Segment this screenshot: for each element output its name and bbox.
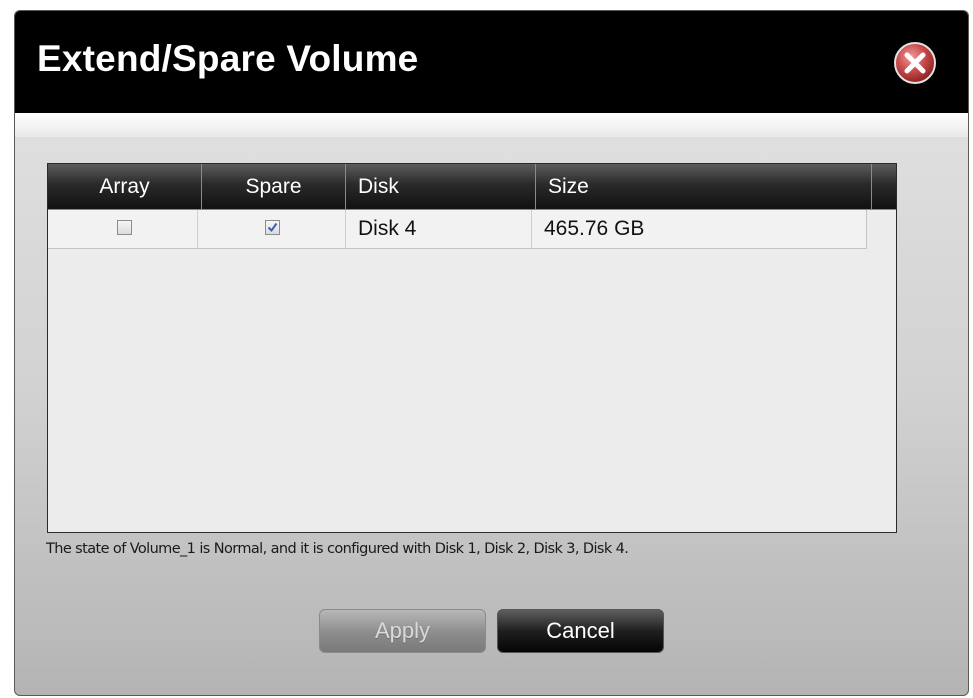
spare-checkbox[interactable] (265, 220, 280, 235)
col-header-size[interactable]: Size (536, 164, 872, 209)
close-button[interactable] (893, 41, 937, 85)
title-subband (15, 113, 968, 137)
dialog-titlebar: Extend/Spare Volume (15, 11, 968, 113)
size-cell: 465.76 GB (544, 217, 645, 240)
table-header: Array Spare Disk Size (48, 164, 896, 210)
check-mark-icon (267, 222, 278, 233)
array-checkbox[interactable] (117, 220, 132, 235)
spare-cell (198, 210, 346, 248)
extend-spare-volume-dialog: Extend/Spare Volume Array Spare Disk Siz (14, 10, 969, 696)
apply-button[interactable]: Apply (319, 609, 486, 653)
table-row[interactable]: Disk 4 465.76 GB (48, 210, 867, 249)
disk-cell: Disk 4 (346, 210, 532, 248)
dialog-title: Extend/Spare Volume (37, 38, 419, 79)
col-header-disk[interactable]: Disk (346, 164, 536, 209)
close-x-icon (894, 42, 936, 84)
col-header-spare[interactable]: Spare (202, 164, 346, 209)
disk-table: Array Spare Disk Size Disk 4 465.76 GB (47, 163, 897, 533)
cancel-button[interactable]: Cancel (497, 609, 664, 653)
col-header-array[interactable]: Array (48, 164, 202, 209)
volume-status-text: The state of Volume_1 is Normal, and it … (46, 541, 629, 557)
array-cell (48, 210, 198, 248)
